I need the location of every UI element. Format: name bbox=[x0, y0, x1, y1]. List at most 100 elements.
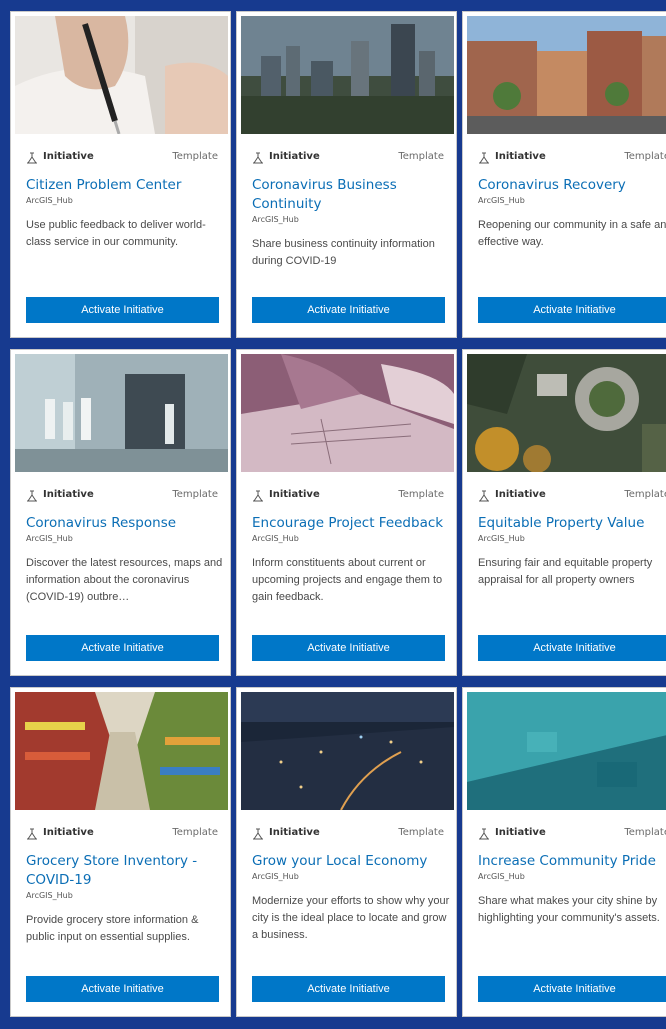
card-description: Reopening our community in a safe and ef… bbox=[478, 219, 666, 248]
card-title-block: Grow your Local Economy ArcGIS_Hub Moder… bbox=[252, 852, 450, 944]
card-description: Share business continuity information du… bbox=[252, 238, 435, 267]
card-meta: Initiative Template bbox=[478, 826, 666, 842]
card-meta: Initiative Template bbox=[252, 826, 454, 842]
activate-initiative-button[interactable]: Activate Initiative bbox=[478, 297, 666, 323]
card-meta: Initiative Template bbox=[252, 488, 454, 504]
initiative-card: Initiative Template Coronavirus Recovery… bbox=[462, 11, 666, 338]
card-owner: ArcGIS_Hub bbox=[26, 891, 73, 900]
aerial-cul-de-sac-image bbox=[467, 354, 666, 472]
card-thumbnail[interactable] bbox=[241, 692, 454, 810]
card-title[interactable]: Coronavirus Response bbox=[26, 514, 224, 533]
initiative-icon bbox=[253, 490, 263, 502]
card-title-block: Equitable Property Value ArcGIS_Hub Ensu… bbox=[478, 514, 666, 589]
card-type-label: Initiative bbox=[43, 151, 94, 162]
card-description: Provide grocery store information & publ… bbox=[26, 914, 199, 943]
card-type-label: Initiative bbox=[269, 489, 320, 500]
card-type-label: Initiative bbox=[495, 151, 546, 162]
card-title[interactable]: Coronavirus Recovery bbox=[478, 176, 666, 195]
card-thumbnail[interactable] bbox=[467, 16, 666, 134]
initiative-icon bbox=[27, 828, 37, 840]
card-type-label: Initiative bbox=[495, 489, 546, 500]
activate-initiative-button[interactable]: Activate Initiative bbox=[252, 635, 445, 661]
card-title-block: Increase Community Pride ArcGIS_Hub Shar… bbox=[478, 852, 666, 927]
card-thumbnail[interactable] bbox=[241, 16, 454, 134]
card-description: Use public feedback to deliver world-cla… bbox=[26, 219, 206, 248]
card-meta: Initiative Template bbox=[26, 826, 228, 842]
initiative-card: Initiative Template Equitable Property V… bbox=[462, 349, 666, 676]
card-title-block: Citizen Problem Center ArcGIS_Hub Use pu… bbox=[26, 176, 224, 251]
architectural-drawings-image bbox=[241, 354, 454, 472]
card-title[interactable]: Coronavirus Business Continuity bbox=[252, 176, 450, 214]
card-title-block: Grocery Store Inventory - COVID-19 ArcGI… bbox=[26, 852, 224, 946]
card-title[interactable]: Equitable Property Value bbox=[478, 514, 666, 533]
card-thumbnail[interactable] bbox=[467, 354, 666, 472]
card-title-block: Encourage Project Feedback ArcGIS_Hub In… bbox=[252, 514, 450, 606]
card-type-label: Initiative bbox=[269, 151, 320, 162]
initiative-card: Initiative Template Increase Community P… bbox=[462, 687, 666, 1017]
card-kind-label: Template bbox=[624, 489, 666, 500]
activate-initiative-button[interactable]: Activate Initiative bbox=[252, 297, 445, 323]
card-title[interactable]: Increase Community Pride bbox=[478, 852, 666, 871]
initiative-icon bbox=[253, 828, 263, 840]
card-title-block: Coronavirus Recovery ArcGIS_Hub Reopenin… bbox=[478, 176, 666, 251]
card-title[interactable]: Grow your Local Economy bbox=[252, 852, 450, 871]
initiative-card: Initiative Template Citizen Problem Cent… bbox=[10, 11, 231, 338]
hospital-corridor-image bbox=[15, 354, 228, 472]
card-owner: ArcGIS_Hub bbox=[252, 872, 299, 881]
activate-initiative-button[interactable]: Activate Initiative bbox=[26, 635, 219, 661]
card-title-block: Coronavirus Response ArcGIS_Hub Discover… bbox=[26, 514, 224, 606]
initiative-card: Initiative Template Coronavirus Business… bbox=[236, 11, 457, 338]
card-type-label: Initiative bbox=[43, 827, 94, 838]
aerial-teal-city-image bbox=[467, 692, 666, 810]
card-kind-label: Template bbox=[624, 151, 666, 162]
card-owner: ArcGIS_Hub bbox=[252, 534, 299, 543]
pen-writing-image bbox=[15, 16, 228, 134]
card-meta: Initiative Template bbox=[252, 150, 454, 166]
card-title[interactable]: Citizen Problem Center bbox=[26, 176, 224, 195]
card-kind-label: Template bbox=[172, 151, 218, 162]
card-type-label: Initiative bbox=[495, 827, 546, 838]
card-thumbnail[interactable] bbox=[15, 354, 228, 472]
card-description: Inform constituents about current or upc… bbox=[252, 557, 443, 603]
activate-initiative-button[interactable]: Activate Initiative bbox=[26, 297, 219, 323]
card-owner: ArcGIS_Hub bbox=[478, 196, 525, 205]
card-thumbnail[interactable] bbox=[467, 692, 666, 810]
initiative-card: Initiative Template Grocery Store Invent… bbox=[10, 687, 231, 1017]
card-thumbnail[interactable] bbox=[15, 16, 228, 134]
card-owner: ArcGIS_Hub bbox=[252, 215, 299, 224]
initiative-icon bbox=[27, 490, 37, 502]
card-owner: ArcGIS_Hub bbox=[478, 872, 525, 881]
activate-initiative-button[interactable]: Activate Initiative bbox=[26, 976, 219, 1002]
card-thumbnail[interactable] bbox=[241, 354, 454, 472]
card-owner: ArcGIS_Hub bbox=[26, 196, 73, 205]
initiative-card: Initiative Template Encourage Project Fe… bbox=[236, 349, 457, 676]
card-meta: Initiative Template bbox=[478, 150, 666, 166]
initiative-icon bbox=[479, 152, 489, 164]
card-kind-label: Template bbox=[398, 151, 444, 162]
card-owner: ArcGIS_Hub bbox=[26, 534, 73, 543]
card-description: Ensuring fair and equitable property app… bbox=[478, 557, 653, 586]
card-meta: Initiative Template bbox=[26, 150, 228, 166]
card-kind-label: Template bbox=[624, 827, 666, 838]
activate-initiative-button[interactable]: Activate Initiative bbox=[252, 976, 445, 1002]
grocery-aisle-image bbox=[15, 692, 228, 810]
activate-initiative-button[interactable]: Activate Initiative bbox=[478, 635, 666, 661]
card-owner: ArcGIS_Hub bbox=[478, 534, 525, 543]
activate-initiative-button[interactable]: Activate Initiative bbox=[478, 976, 666, 1002]
card-thumbnail[interactable] bbox=[15, 692, 228, 810]
card-description: Discover the latest resources, maps and … bbox=[26, 557, 223, 603]
initiative-icon bbox=[479, 490, 489, 502]
card-title-block: Coronavirus Business Continuity ArcGIS_H… bbox=[252, 176, 450, 270]
card-kind-label: Template bbox=[398, 827, 444, 838]
card-kind-label: Template bbox=[398, 489, 444, 500]
card-type-label: Initiative bbox=[43, 489, 94, 500]
card-title[interactable]: Encourage Project Feedback bbox=[252, 514, 450, 533]
card-meta: Initiative Template bbox=[478, 488, 666, 504]
city-skyline-image bbox=[241, 16, 454, 134]
card-kind-label: Template bbox=[172, 489, 218, 500]
initiative-icon bbox=[253, 152, 263, 164]
card-kind-label: Template bbox=[172, 827, 218, 838]
initiative-icon bbox=[27, 152, 37, 164]
card-title[interactable]: Grocery Store Inventory - COVID-19 bbox=[26, 852, 224, 890]
card-type-label: Initiative bbox=[269, 827, 320, 838]
